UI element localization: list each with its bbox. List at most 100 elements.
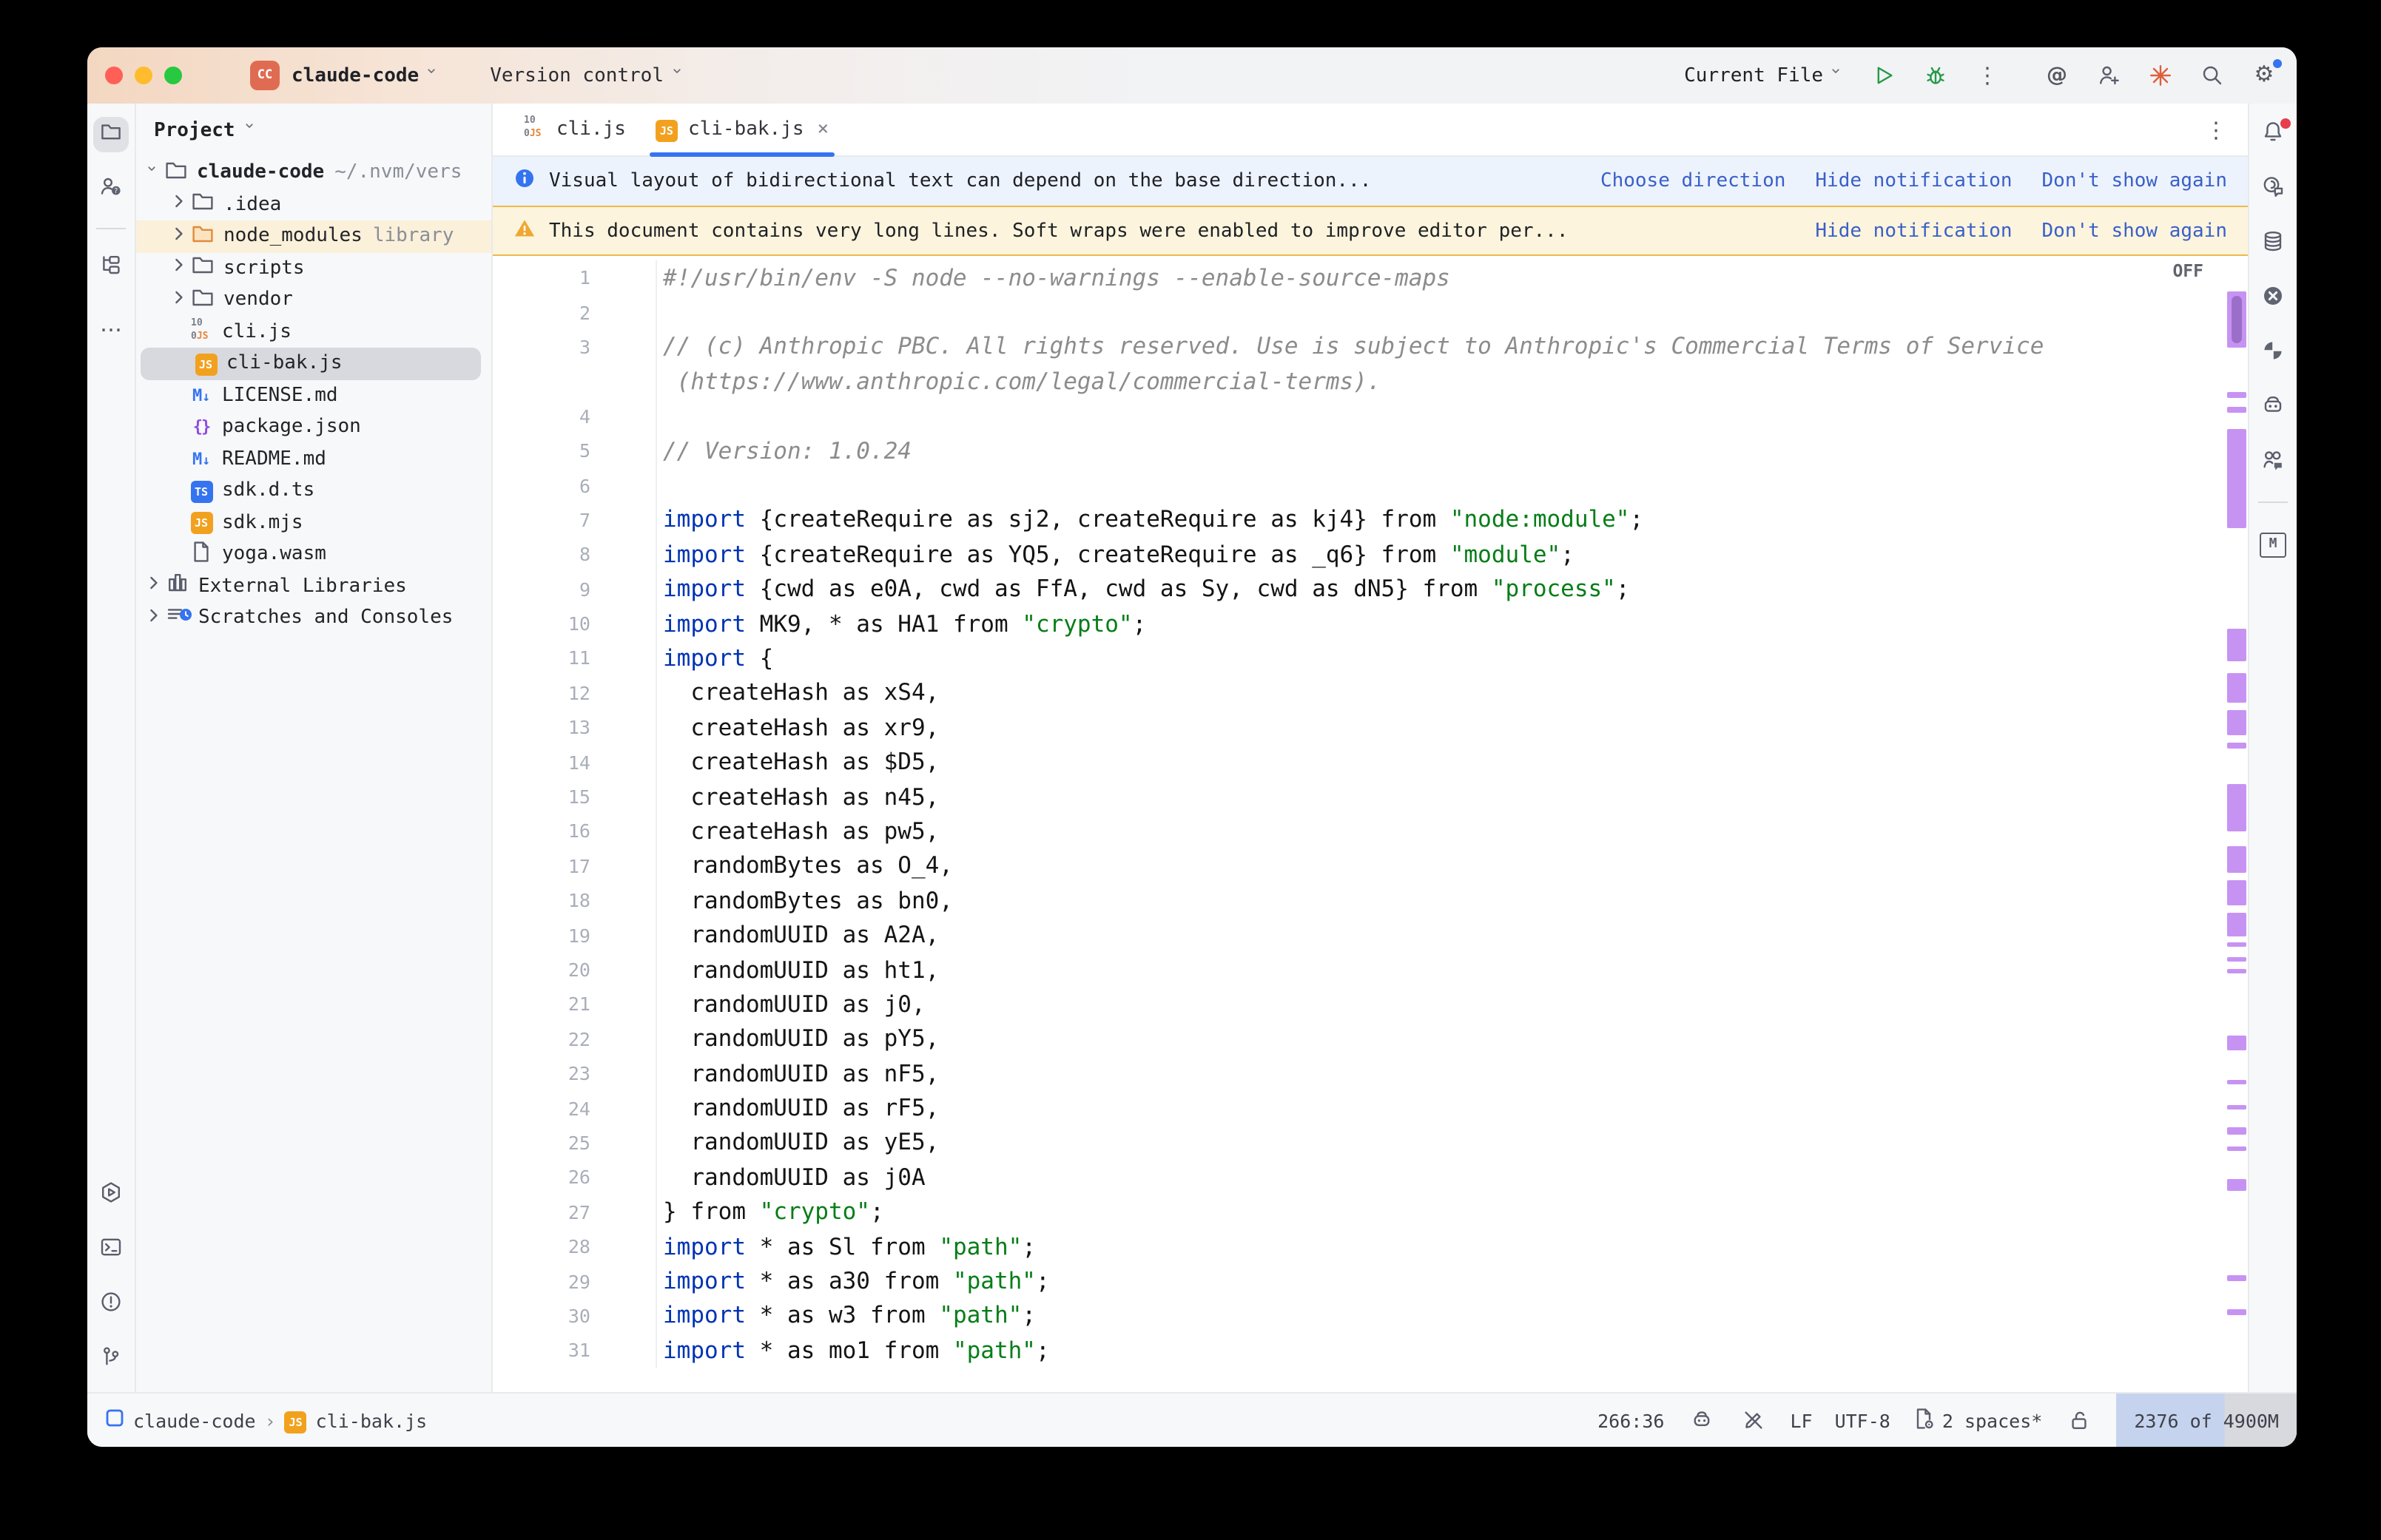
js-icon: JS: [656, 118, 678, 141]
pinwheel-plugin-tool-button[interactable]: [2255, 336, 2291, 371]
chevron-right-icon[interactable]: [167, 222, 191, 251]
code-line: 22 randomUUID as pY5,: [493, 1021, 2248, 1056]
minimize-window-button[interactable]: [135, 67, 152, 84]
chevron-right-icon[interactable]: [167, 190, 191, 220]
copilot-tool-button[interactable]: [2255, 391, 2291, 426]
notifications-button[interactable]: [2255, 117, 2291, 152]
problems-tool-button[interactable]: [93, 1287, 129, 1323]
chevron-right-icon[interactable]: [167, 254, 191, 283]
banner-link-hide-notification[interactable]: Hide notification: [1815, 170, 2012, 192]
memory-indicator[interactable]: 2376 of 4900M: [2116, 1394, 2297, 1447]
tab-cli-bak-js[interactable]: JScli-bak.js×: [641, 104, 843, 155]
run-button[interactable]: [1869, 61, 1899, 90]
unlock-icon[interactable]: [2064, 1405, 2094, 1435]
settings-button[interactable]: ⚙: [2249, 61, 2279, 90]
database-tool-button[interactable]: [2255, 226, 2291, 262]
ai-assistant-button[interactable]: [2255, 172, 2291, 207]
scrollbar-change-mark: [2227, 1105, 2246, 1110]
chevron-right-icon[interactable]: [142, 604, 166, 633]
tree-item-cli-bak-js[interactable]: JScli-bak.js: [141, 348, 481, 379]
line-number: 31: [493, 1340, 590, 1362]
code-text: createHash as $D5,: [657, 749, 939, 775]
zoom-window-button[interactable]: [164, 67, 182, 84]
tree-item-claude-code[interactable]: claude-code~/.nvm/vers: [136, 157, 491, 189]
chevron-down-icon[interactable]: [142, 161, 164, 185]
structure-tool-button[interactable]: [93, 250, 129, 286]
project-menu[interactable]: claude-code: [292, 64, 442, 87]
scrollbar-change-mark: [2227, 784, 2246, 831]
code-text: randomUUID as j0A: [657, 1164, 926, 1191]
code-editor[interactable]: 1#!/usr/bin/env -S node --no-warnings --…: [493, 256, 2248, 1392]
debug-button[interactable]: [1921, 61, 1950, 90]
banner-link-choose-direction[interactable]: Choose direction: [1600, 170, 1785, 192]
project-tool-button[interactable]: [93, 117, 129, 152]
js-icon: JS: [194, 352, 218, 376]
code-text: import * as w3 from "path";: [657, 1303, 1036, 1329]
vcs-menu[interactable]: Version control: [490, 64, 687, 87]
scrollbar-change-mark: [2227, 673, 2246, 703]
chevron-right-icon[interactable]: [167, 286, 191, 315]
tree-item-sdk-mjs[interactable]: JSsdk.mjs: [136, 507, 491, 538]
caret-position-widget[interactable]: 266:36: [1597, 1409, 1664, 1431]
scrollbar-change-mark: [2227, 1275, 2246, 1281]
breadcrumb-project[interactable]: claude-code: [133, 1409, 256, 1431]
encoding-widget[interactable]: UTF-8: [1835, 1409, 1890, 1431]
at-mention-icon[interactable]: @: [2042, 61, 2072, 90]
x-circle-icon: [2261, 284, 2285, 314]
scrollbar-thumb[interactable]: [2232, 296, 2242, 343]
banner-link-don-t-show-again[interactable]: Don't show again: [2042, 170, 2227, 192]
more-actions-button[interactable]: ⋮: [1973, 61, 2002, 90]
people-chat-icon: [2261, 448, 2285, 478]
close-tab-icon[interactable]: ×: [818, 118, 829, 141]
readonly-toggle-icon[interactable]: [1738, 1405, 1768, 1435]
tree-item-license-md[interactable]: M↓LICENSE.md: [136, 379, 491, 411]
add-user-button[interactable]: [2094, 61, 2124, 90]
line-ending-widget[interactable]: LF: [1790, 1409, 1812, 1431]
code-line: 4: [493, 399, 2248, 433]
editor-scrollbar[interactable]: [2227, 256, 2246, 1392]
x-plugin-tool-button[interactable]: [2255, 281, 2291, 317]
tab-options-icon[interactable]: ⋮: [2205, 115, 2227, 143]
tree-item-cli-js[interactable]: 100JScli.js: [136, 316, 491, 348]
run-configuration-selector[interactable]: Current File: [1684, 64, 1847, 87]
m-plugin-tool-button[interactable]: M: [2255, 524, 2291, 559]
code-lines: 1#!/usr/bin/env -S node --no-warnings --…: [493, 260, 2248, 1368]
tree-item-external-libraries[interactable]: External Libraries: [136, 570, 491, 602]
claude-burst-icon[interactable]: [2146, 61, 2175, 90]
js-file-icon: JS: [285, 1408, 307, 1433]
code-text: randomUUID as yE5,: [657, 1129, 939, 1156]
services-tool-button[interactable]: [93, 1178, 129, 1213]
tree-item-yoga-wasm[interactable]: yoga.wasm: [136, 538, 491, 570]
tree-item--idea[interactable]: .idea: [136, 189, 491, 220]
tab-cli-js[interactable]: 100JScli.js: [508, 104, 641, 155]
tree-item-node-modules[interactable]: node_moduleslibrary: [136, 220, 491, 252]
line-number: 6: [493, 474, 590, 496]
banner-link-don-t-show-again[interactable]: Don't show again: [2042, 220, 2227, 242]
tree-item-scripts[interactable]: scripts: [136, 252, 491, 284]
git-tool-button[interactable]: [93, 1342, 129, 1377]
tree-item-vendor[interactable]: vendor: [136, 284, 491, 316]
code-with-me-tool-button[interactable]: [2255, 445, 2291, 481]
tree-item-sdk-d-ts[interactable]: TSsdk.d.ts: [136, 475, 491, 507]
indent-widget[interactable]: 2 spaces*: [1913, 1406, 2042, 1434]
chevron-down-icon: [243, 118, 260, 142]
tree-item-readme-md[interactable]: M↓README.md: [136, 443, 491, 475]
terminal-tool-button[interactable]: [93, 1232, 129, 1268]
project-panel-header[interactable]: Project: [136, 104, 491, 157]
close-window-button[interactable]: [105, 67, 123, 84]
tree-item-label: vendor: [223, 289, 293, 311]
ts-icon: TS: [189, 479, 213, 503]
code-line: 27} from "crypto";: [493, 1195, 2248, 1229]
chevron-right-icon[interactable]: [142, 572, 166, 601]
code-text: randomUUID as A2A,: [657, 922, 939, 948]
copilot-status-icon[interactable]: [1686, 1405, 1716, 1435]
search-everywhere-button[interactable]: [2198, 61, 2227, 90]
more-tools-button[interactable]: …: [93, 305, 129, 340]
banner-link-hide-notification[interactable]: Hide notification: [1815, 220, 2012, 242]
breadcrumb-file[interactable]: cli-bak.js: [316, 1409, 428, 1431]
tree-item-package-json[interactable]: {}package.json: [136, 411, 491, 443]
scrollbar-change-mark: [2227, 1127, 2246, 1135]
learn-tool-button[interactable]: ?: [93, 172, 129, 207]
tree-item-scratches-and-consoles[interactable]: Scratches and Consoles: [136, 602, 491, 634]
line-number: 4: [493, 405, 590, 428]
